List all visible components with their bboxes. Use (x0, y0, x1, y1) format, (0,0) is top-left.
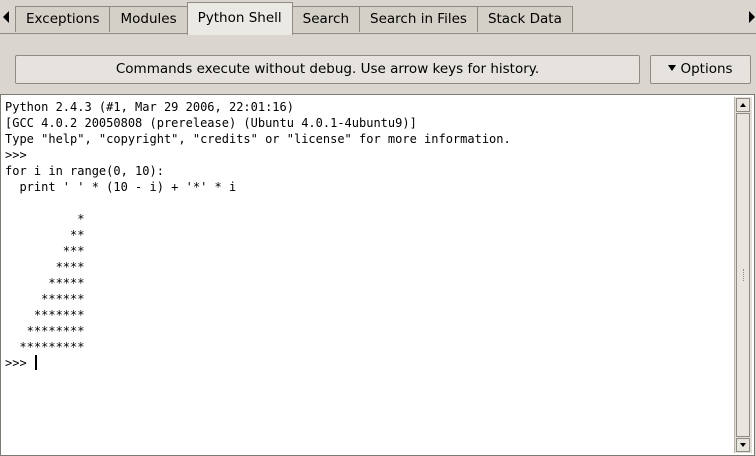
command-bar: Commands execute without debug. Use arro… (0, 34, 756, 86)
shell-line: * (5, 212, 85, 226)
shell-history: Python 2.4.3 (#1, Mar 29 2006, 22:01:16)… (5, 99, 730, 355)
shell-line: print ' ' * (10 - i) + '*' * i (5, 180, 237, 194)
tab-search-in-files[interactable]: Search in Files (359, 6, 478, 32)
scrollbar-thumb[interactable] (736, 113, 750, 437)
scroll-down-icon[interactable] (736, 438, 750, 452)
tab-bar: Exceptions Modules Python Shell Search S… (0, 0, 756, 35)
tab-search[interactable]: Search (291, 6, 361, 32)
tab-modules[interactable]: Modules (109, 6, 188, 32)
shell-line: Type "help", "copyright", "credits" or "… (5, 132, 511, 146)
shell-info-label: Commands execute without debug. Use arro… (15, 55, 640, 84)
shell-line: **** (5, 260, 85, 274)
shell-line: Python 2.4.3 (#1, Mar 29 2006, 22:01:16) (5, 100, 294, 114)
tab-exceptions[interactable]: Exceptions (15, 6, 111, 32)
scroll-tabs-left-icon[interactable] (3, 11, 9, 23)
shell-line: *** (5, 244, 85, 258)
python-shell-panel[interactable]: Python 2.4.3 (#1, Mar 29 2006, 22:01:16)… (0, 94, 755, 456)
tab-strip: Exceptions Modules Python Shell Search S… (15, 2, 573, 35)
shell-line: ****** (5, 292, 85, 306)
options-label: Options (680, 61, 733, 77)
scroll-up-icon[interactable] (736, 98, 750, 112)
vertical-scrollbar[interactable] (734, 97, 752, 453)
shell-line: ********* (5, 340, 85, 354)
chevron-down-icon (668, 65, 677, 71)
tab-stack-data[interactable]: Stack Data (476, 6, 573, 32)
tab-python-shell[interactable]: Python Shell (186, 2, 293, 35)
shell-output[interactable]: Python 2.4.3 (#1, Mar 29 2006, 22:01:16)… (5, 99, 730, 451)
shell-line (5, 195, 730, 211)
options-button[interactable]: Options (650, 55, 751, 84)
scroll-tabs-right-icon[interactable] (749, 11, 755, 23)
shell-line: [GCC 4.0.2 20050808 (prerelease) (Ubuntu… (5, 116, 417, 130)
text-cursor (34, 355, 37, 370)
shell-line: for i in range(0, 10): (5, 164, 164, 178)
shell-prompt-line[interactable]: >>> (5, 355, 730, 371)
shell-line: ******** (5, 324, 85, 338)
grip-icon (743, 269, 746, 281)
shell-prompt: >>> (5, 356, 34, 370)
shell-line: ** (5, 228, 85, 242)
shell-line: ***** (5, 276, 85, 290)
shell-line: ******* (5, 308, 85, 322)
shell-line: >>> (5, 148, 27, 162)
